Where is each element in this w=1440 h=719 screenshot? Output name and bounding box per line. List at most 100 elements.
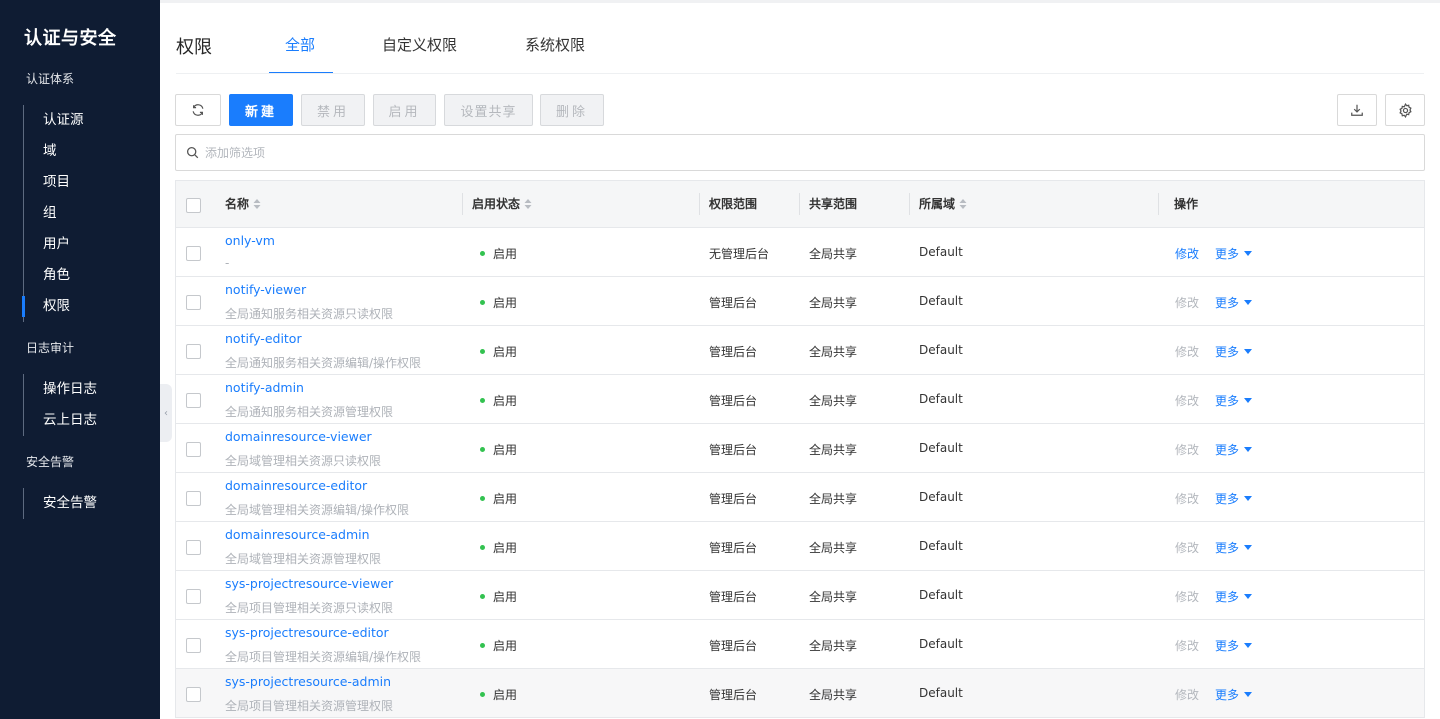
edit-button[interactable]: 修改 (1175, 637, 1199, 654)
enable-button[interactable]: 启用 (373, 94, 436, 126)
tab-all[interactable]: 全部 (285, 34, 315, 74)
more-dropdown[interactable]: 更多 (1215, 588, 1253, 605)
status-dot-icon (480, 349, 485, 354)
edit-button[interactable]: 修改 (1175, 539, 1199, 556)
refresh-button[interactable] (175, 94, 221, 126)
set-share-button[interactable]: 设置共享 (444, 94, 533, 126)
sidebar-item-role[interactable]: 角色 (24, 260, 84, 291)
nav-group-title-audit: 日志审计 (26, 341, 75, 355)
more-dropdown[interactable]: 更多 (1215, 441, 1253, 458)
table-row[interactable]: notify-viewer 全局通知服务相关资源只读权限 启用 管理后台 全局共享 Def… (176, 277, 1424, 326)
tab-system-permission[interactable]: 系统权限 (525, 34, 585, 74)
edit-button[interactable]: 修改 (1175, 588, 1199, 605)
sidebar-item-domain[interactable]: 域 (24, 136, 84, 167)
sidebar-item-operation-log[interactable]: 操作日志 (24, 374, 97, 405)
more-dropdown[interactable]: 更多 (1215, 539, 1253, 556)
table-row[interactable]: sys-projectresource-editor 全局项目管理相关资源编辑/操… (176, 620, 1424, 669)
table-row[interactable]: domainresource-admin 全局域管理相关资源管理权限 启用 管理后台 全… (176, 522, 1424, 571)
status-dot-icon (480, 398, 485, 403)
permission-name-link[interactable]: domainresource-editor (225, 478, 367, 493)
status-cell: 启用 (480, 441, 517, 458)
edit-button[interactable]: 修改 (1175, 245, 1199, 262)
more-dropdown[interactable]: 更多 (1215, 686, 1253, 703)
row-checkbox[interactable] (186, 393, 201, 408)
select-all-checkbox[interactable] (186, 198, 201, 213)
more-label: 更多 (1215, 394, 1240, 408)
more-label: 更多 (1215, 345, 1240, 359)
status-cell: 启用 (480, 392, 517, 409)
more-dropdown[interactable]: 更多 (1215, 392, 1253, 409)
edit-button[interactable]: 修改 (1175, 343, 1199, 360)
domain-cell: Default (919, 637, 963, 651)
row-checkbox[interactable] (186, 442, 201, 457)
edit-button[interactable]: 修改 (1175, 392, 1199, 409)
sidebar-item-auth-source[interactable]: 认证源 (24, 105, 84, 136)
more-dropdown[interactable]: 更多 (1215, 343, 1253, 360)
domain-cell: Default (919, 294, 963, 308)
permission-name-link[interactable]: sys-projectresource-viewer (225, 576, 393, 591)
share-cell: 全局共享 (809, 688, 858, 702)
delete-button[interactable]: 删除 (540, 94, 604, 126)
row-checkbox[interactable] (186, 246, 201, 261)
row-checkbox[interactable] (186, 344, 201, 359)
row-checkbox[interactable] (186, 687, 201, 702)
disable-button[interactable]: 禁用 (301, 94, 365, 126)
edit-button[interactable]: 修改 (1175, 441, 1199, 458)
permission-description: 全局通知服务相关资源管理权限 (225, 405, 394, 419)
permission-name-link[interactable]: notify-viewer (225, 282, 306, 297)
edit-button[interactable]: 修改 (1175, 294, 1199, 311)
table-row[interactable]: domainresource-viewer 全局域管理相关资源只读权限 启用 管理后台… (176, 424, 1424, 473)
row-checkbox[interactable] (186, 295, 201, 310)
edit-button[interactable]: 修改 (1175, 490, 1199, 507)
table-row[interactable]: domainresource-editor 全局域管理相关资源编辑/操作权限 启用 管… (176, 473, 1424, 522)
permission-name-link[interactable]: domainresource-viewer (225, 429, 372, 444)
tab-custom-permission[interactable]: 自定义权限 (382, 34, 457, 74)
more-dropdown[interactable]: 更多 (1215, 245, 1253, 262)
status-text: 启用 (493, 443, 518, 457)
table-row[interactable]: notify-editor 全局通知服务相关资源编辑/操作权限 启用 管理后台 全局共享… (176, 326, 1424, 375)
permission-name-link[interactable]: domainresource-admin (225, 527, 370, 542)
sort-icon (959, 198, 967, 209)
new-button[interactable]: 新建 (229, 94, 293, 126)
permission-name-link[interactable]: notify-editor (225, 331, 302, 346)
status-dot-icon (480, 594, 485, 599)
edit-button[interactable]: 修改 (1175, 686, 1199, 703)
permission-name-link[interactable]: only-vm (225, 233, 275, 248)
permission-name-link[interactable]: sys-projectresource-editor (225, 625, 389, 640)
sidebar-item-cloud-log[interactable]: 云上日志 (24, 405, 97, 436)
status-text: 启用 (493, 296, 518, 310)
sidebar-item-project[interactable]: 项目 (24, 167, 84, 198)
download-button[interactable] (1337, 94, 1377, 126)
share-cell: 全局共享 (809, 541, 858, 555)
column-header-name[interactable]: 名称 (225, 181, 261, 228)
table-row[interactable]: sys-projectresource-viewer 全局项目管理相关资源只读权限… (176, 571, 1424, 620)
row-checkbox[interactable] (186, 491, 201, 506)
column-header-domain[interactable]: 所属域 (919, 181, 967, 228)
more-dropdown[interactable]: 更多 (1215, 490, 1253, 507)
table-row[interactable]: notify-admin 全局通知服务相关资源管理权限 启用 管理后台 全局共享 Defa… (176, 375, 1424, 424)
permission-name-link[interactable]: notify-admin (225, 380, 304, 395)
more-dropdown[interactable]: 更多 (1215, 637, 1253, 654)
more-label: 更多 (1215, 296, 1240, 310)
column-header-status-label: 启用状态 (472, 197, 521, 211)
sidebar-item-permission[interactable]: 权限 (22, 291, 84, 322)
table-row[interactable]: sys-projectresource-admin 全局项目管理相关资源管理权限 启… (176, 669, 1424, 718)
share-cell: 全局共享 (809, 443, 858, 457)
row-checkbox[interactable] (186, 589, 201, 604)
permission-name-link[interactable]: sys-projectresource-admin (225, 674, 391, 689)
more-dropdown[interactable]: 更多 (1215, 294, 1253, 311)
domain-cell: Default (919, 539, 963, 553)
row-checkbox[interactable] (186, 540, 201, 555)
column-header-status[interactable]: 启用状态 (472, 181, 532, 228)
sidebar-collapse-handle[interactable]: ‹ (160, 384, 172, 442)
sidebar-item-user[interactable]: 用户 (24, 229, 84, 260)
filter-search-box[interactable] (175, 134, 1425, 171)
settings-button[interactable] (1385, 94, 1425, 126)
status-cell: 启用 (480, 637, 517, 654)
sidebar-item-security-alert[interactable]: 安全告警 (24, 488, 97, 519)
scope-cell: 管理后台 (709, 639, 758, 653)
row-checkbox[interactable] (186, 638, 201, 653)
table-row[interactable]: only-vm - 启用 无管理后台 全局共享 Default 修改 更多 (176, 228, 1424, 277)
filter-input[interactable] (205, 145, 1385, 160)
sidebar-item-group[interactable]: 组 (24, 198, 84, 229)
